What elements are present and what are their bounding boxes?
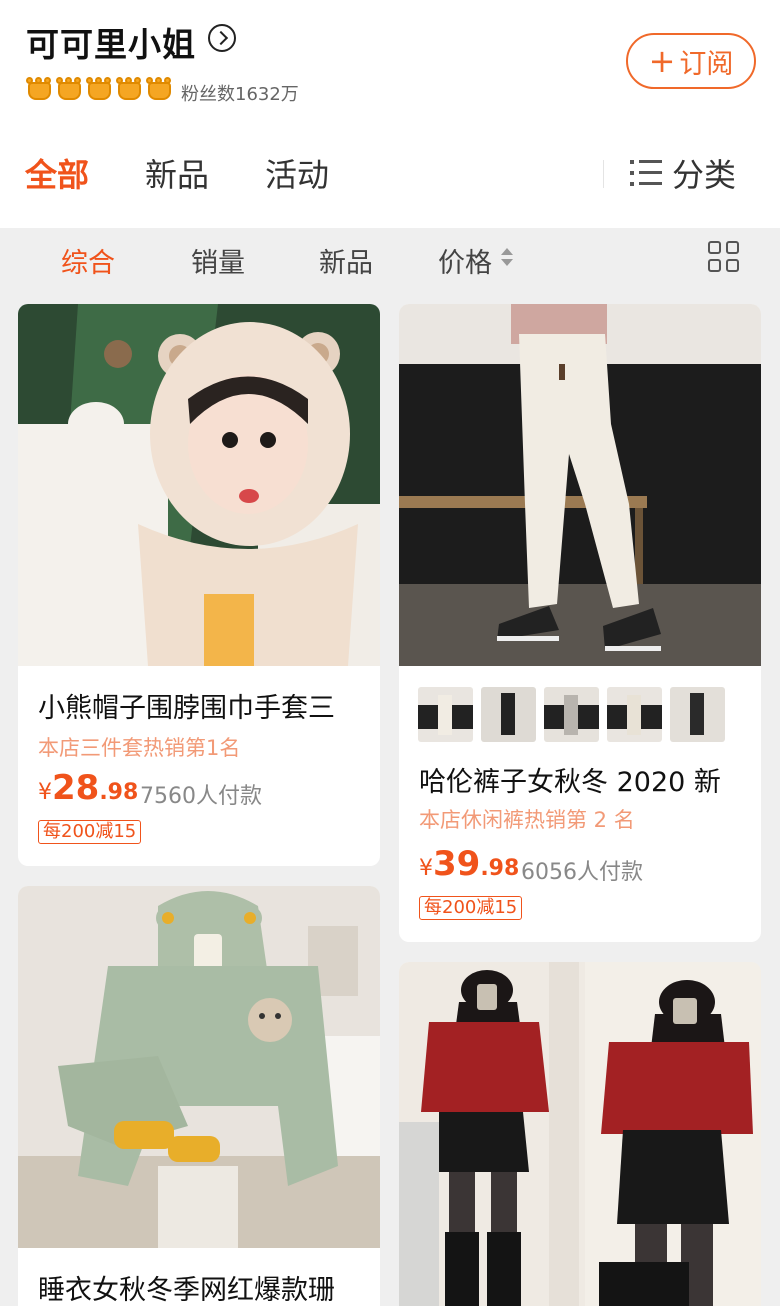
- product-image[interactable]: [399, 304, 761, 666]
- sort-arrows-icon[interactable]: [500, 248, 514, 268]
- category-label: 分类: [672, 156, 737, 194]
- product-rank: 本店休闲裤热销第 2 名: [419, 808, 635, 832]
- product-card[interactable]: 睡衣女秋冬季网红爆款珊: [18, 886, 380, 1306]
- product-card[interactable]: 哈伦裤子女秋冬 2020 新 本店休闲裤热销第 2 名 ¥39.98 6056人…: [399, 304, 761, 942]
- tab-all[interactable]: 全部: [25, 150, 89, 196]
- crown-icon: [26, 76, 53, 103]
- crown-icon: [116, 76, 143, 103]
- tab-new[interactable]: 新品: [145, 150, 209, 196]
- divider: [603, 160, 604, 188]
- sort-sales[interactable]: 销量: [191, 241, 245, 280]
- sort-price[interactable]: 价格: [438, 241, 492, 280]
- price-decimal: .98: [480, 856, 520, 881]
- sort-new[interactable]: 新品: [319, 241, 373, 280]
- product-title[interactable]: 睡衣女秋冬季网红爆款珊: [38, 1268, 335, 1306]
- fans-count: 粉丝数1632万: [181, 84, 299, 105]
- sort-comprehensive[interactable]: 综合: [61, 241, 115, 280]
- variant-thumbnail[interactable]: [670, 687, 725, 742]
- coupon-badge: 每200减15: [419, 896, 523, 920]
- product-card[interactable]: 小熊帽子围脖围巾手套三 本店三件套热销第1名 ¥28.98 7560人付款 每2…: [18, 304, 380, 866]
- sort-bar: 综合 销量 新品 价格: [0, 228, 780, 290]
- coupon-badge: 每200减15: [38, 820, 142, 844]
- list-icon: [630, 159, 662, 187]
- shop-name[interactable]: 可可里小姐: [26, 18, 196, 66]
- crown-icon: [146, 76, 173, 103]
- product-image[interactable]: [399, 962, 761, 1306]
- sales-count: 6056人付款: [521, 860, 643, 885]
- shop-header: 可可里小姐 粉丝数1632万 + 订阅 全部 新品 活动 分类: [0, 0, 780, 228]
- plus-icon: +: [648, 42, 676, 80]
- product-card[interactable]: [399, 962, 761, 1306]
- product-image[interactable]: [18, 886, 380, 1248]
- subscribe-button[interactable]: + 订阅: [626, 33, 756, 89]
- sales-count: 7560人付款: [140, 784, 262, 809]
- variant-thumbnail[interactable]: [544, 687, 599, 742]
- tab-activity[interactable]: 活动: [265, 150, 329, 196]
- variant-thumbnail[interactable]: [607, 687, 662, 742]
- crown-icon: [56, 76, 83, 103]
- category-button[interactable]: 分类: [630, 150, 736, 196]
- product-title[interactable]: 小熊帽子围脖围巾手套三: [38, 686, 335, 725]
- subscribe-label: 订阅: [679, 48, 734, 80]
- price-integer: 39: [433, 844, 481, 884]
- product-image[interactable]: [18, 304, 380, 666]
- currency-symbol: ¥: [38, 780, 52, 805]
- price-integer: 28: [52, 768, 100, 808]
- product-price: ¥28.98: [38, 768, 138, 808]
- shop-rating: [26, 76, 173, 103]
- grid-view-icon[interactable]: [708, 241, 740, 273]
- product-title[interactable]: 哈伦裤子女秋冬 2020 新: [419, 760, 721, 799]
- product-price: ¥39.98: [419, 844, 519, 884]
- chevron-right-icon[interactable]: [208, 24, 236, 52]
- product-rank: 本店三件套热销第1名: [38, 736, 241, 760]
- price-decimal: .98: [99, 780, 139, 805]
- variant-thumbnail[interactable]: [481, 687, 536, 742]
- crown-icon: [86, 76, 113, 103]
- variant-thumbnail[interactable]: [418, 687, 473, 742]
- currency-symbol: ¥: [419, 856, 433, 881]
